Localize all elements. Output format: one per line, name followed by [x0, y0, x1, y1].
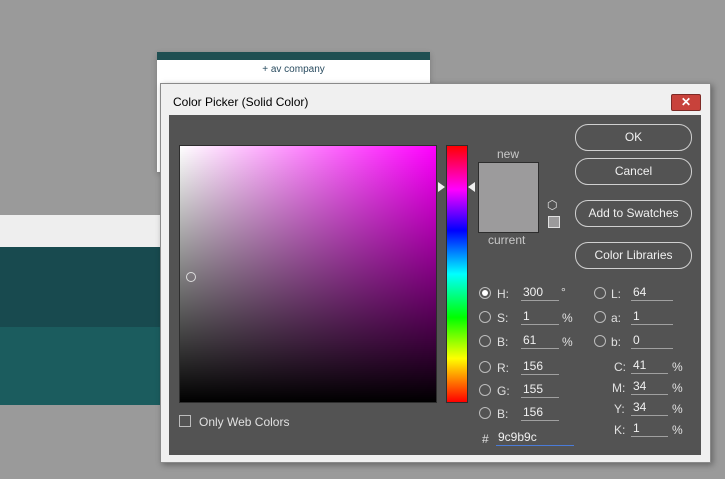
ok-button[interactable]: OK — [575, 124, 692, 151]
yellow-unit: % — [672, 402, 683, 416]
brightness-label: B: — [497, 335, 509, 349]
green-input[interactable]: 155 — [521, 382, 559, 398]
lightness-label: L: — [611, 287, 622, 301]
new-current-swatch[interactable] — [478, 162, 539, 233]
red-label: R: — [497, 361, 509, 375]
black-label: K: — [614, 423, 626, 437]
color-libraries-button[interactable]: Color Libraries — [575, 242, 692, 269]
red-radio[interactable] — [479, 361, 491, 373]
hue-input[interactable]: 300 — [521, 285, 559, 301]
green-radio[interactable] — [479, 384, 491, 396]
hue-slider-left-arrow-icon[interactable] — [438, 182, 445, 192]
hue-unit: ° — [561, 285, 566, 299]
red-input[interactable]: 156 — [521, 359, 559, 375]
black-unit: % — [672, 423, 683, 437]
magenta-label: M: — [612, 381, 626, 395]
lightness-input[interactable]: 64 — [631, 285, 673, 301]
dialog-titlebar[interactable]: Color Picker (Solid Color) ✕ — [161, 84, 710, 114]
cyan-label: C: — [614, 360, 626, 374]
b-channel-label: b: — [611, 335, 622, 349]
magenta-input[interactable]: 34 — [631, 379, 668, 395]
brand-text: + av company — [262, 64, 325, 75]
a-channel-radio[interactable] — [594, 311, 606, 323]
box-lid — [0, 215, 160, 247]
dialog-body: new current ⬡ OK Cancel Add to Swatches … — [169, 115, 701, 455]
cyan-input[interactable]: 41 — [631, 358, 668, 374]
hex-input[interactable]: 9c9b9c — [496, 430, 574, 446]
cyan-unit: % — [672, 360, 683, 374]
hue-slider[interactable] — [446, 145, 468, 403]
saturation-radio[interactable] — [479, 311, 491, 323]
only-web-colors-checkbox[interactable] — [179, 415, 191, 427]
hex-label: # — [482, 432, 489, 446]
new-label: new — [497, 147, 520, 161]
close-button[interactable]: ✕ — [671, 94, 701, 111]
current-label: current — [488, 233, 526, 247]
blue-input[interactable]: 156 — [521, 405, 559, 421]
hue-label: H: — [497, 287, 509, 301]
b-channel-radio[interactable] — [594, 335, 606, 347]
hue-radio[interactable] — [479, 287, 491, 299]
color-field[interactable] — [179, 145, 437, 403]
blue-label: B: — [497, 407, 509, 421]
hue-slider-right-arrow-icon[interactable] — [468, 182, 475, 192]
close-icon: ✕ — [680, 95, 692, 109]
black-input[interactable]: 1 — [631, 421, 668, 437]
cube-icon[interactable]: ⬡ — [547, 199, 559, 211]
web-safe-swatch-icon[interactable] — [548, 216, 560, 228]
only-web-colors-label: Only Web Colors — [199, 415, 290, 429]
add-to-swatches-button[interactable]: Add to Swatches — [575, 200, 692, 227]
lightness-radio[interactable] — [594, 287, 606, 299]
saturation-unit: % — [562, 311, 573, 325]
dialog-title: Color Picker (Solid Color) — [173, 95, 309, 109]
color-field-marker[interactable] — [186, 272, 196, 282]
brightness-radio[interactable] — [479, 335, 491, 347]
box-band — [0, 247, 160, 327]
saturation-label: S: — [497, 311, 509, 325]
b-channel-input[interactable]: 0 — [631, 333, 673, 349]
magenta-unit: % — [672, 381, 683, 395]
brightness-input[interactable]: 61 — [521, 333, 559, 349]
cancel-button[interactable]: Cancel — [575, 158, 692, 185]
saturation-input[interactable]: 1 — [521, 309, 559, 325]
background-box-left — [0, 215, 160, 405]
color-picker-dialog: Color Picker (Solid Color) ✕ new current… — [160, 83, 711, 463]
a-channel-label: a: — [611, 311, 622, 325]
green-label: G: — [497, 384, 510, 398]
brightness-unit: % — [562, 335, 573, 349]
a-channel-input[interactable]: 1 — [631, 309, 673, 325]
blue-radio[interactable] — [479, 407, 491, 419]
yellow-label: Y: — [614, 402, 625, 416]
box-stripe — [157, 52, 430, 60]
yellow-input[interactable]: 34 — [631, 400, 668, 416]
